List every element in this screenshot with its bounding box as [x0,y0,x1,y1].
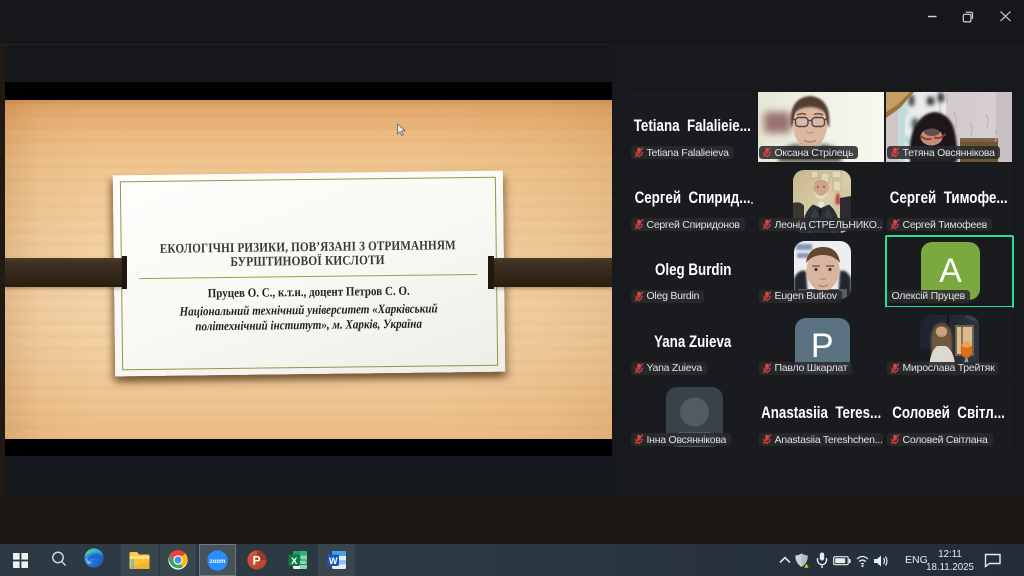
svg-text:zoom: zoom [210,559,226,565]
svg-text:X: X [291,556,298,567]
svg-text:P: P [253,553,261,567]
svg-text:W: W [329,556,338,566]
